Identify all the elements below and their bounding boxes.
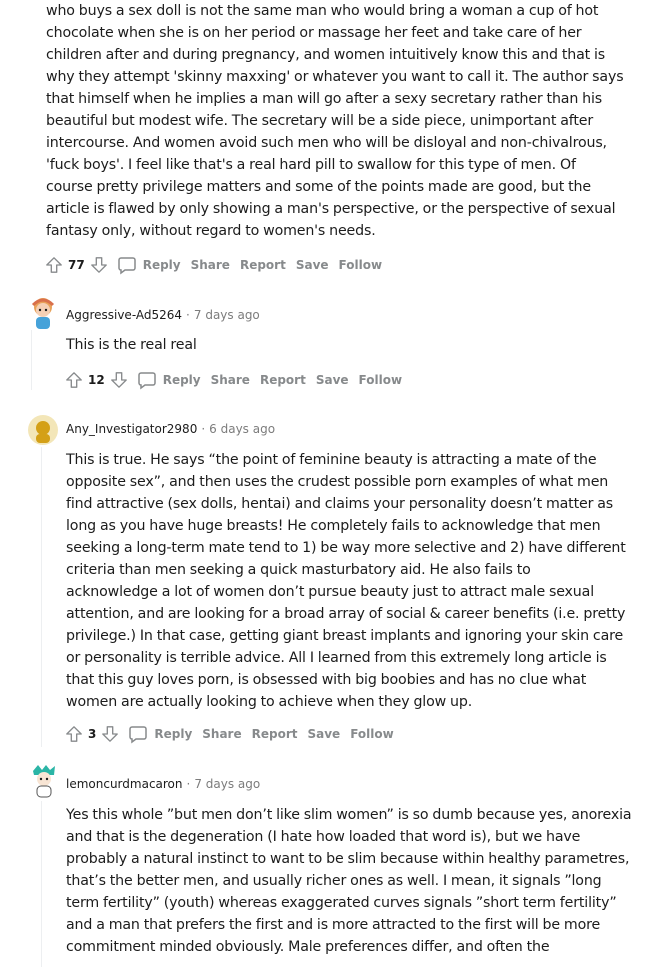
upvote-button[interactable]: [64, 370, 84, 390]
upvote-icon: [46, 257, 62, 273]
comment-meta: Aggressive-Ad5264 · 7 days ago: [66, 308, 260, 322]
upvote-icon: [66, 372, 82, 388]
thread-line[interactable]: [31, 330, 32, 390]
separator-dot: ·: [186, 308, 190, 322]
timestamp[interactable]: 7 days ago: [194, 308, 260, 322]
comment-bubble-icon: [129, 726, 148, 744]
downvote-button[interactable]: [100, 724, 120, 744]
save-button[interactable]: Save: [296, 258, 329, 272]
comment-bubble-icon: [117, 257, 136, 275]
follow-button[interactable]: Follow: [350, 727, 394, 741]
share-button[interactable]: Share: [191, 258, 230, 272]
vote-score: 77: [68, 258, 85, 272]
reply-label: Reply: [154, 727, 193, 741]
thread-line[interactable]: [41, 447, 42, 747]
downvote-button[interactable]: [89, 255, 109, 275]
comment-body: who buys a sex doll is not the same man …: [46, 3, 624, 239]
comment-body: This is the real real: [66, 337, 197, 353]
follow-button[interactable]: Follow: [359, 373, 403, 387]
reply-label: Reply: [142, 258, 181, 272]
comment-actions: 3 Reply Share Report Save Follow: [64, 722, 394, 746]
avatar[interactable]: [27, 295, 57, 329]
author-link[interactable]: Aggressive-Ad5264: [66, 308, 182, 322]
user-avatar-icon: [33, 765, 55, 798]
vote-score: 3: [88, 727, 97, 741]
upvote-button[interactable]: [64, 724, 84, 744]
comment-meta: Any_Investigator2980 · 6 days ago: [66, 422, 275, 436]
separator-dot: ·: [186, 777, 191, 791]
reply-button[interactable]: Reply: [137, 370, 201, 390]
downvote-icon: [90, 257, 107, 273]
share-button[interactable]: Share: [202, 727, 241, 741]
report-button[interactable]: Report: [252, 727, 298, 741]
share-button[interactable]: Share: [211, 373, 250, 387]
comment-actions: 12 Reply Share Report Save Follow: [64, 368, 402, 392]
save-button[interactable]: Save: [307, 727, 340, 741]
reply-button[interactable]: Reply: [128, 724, 192, 744]
downvote-button[interactable]: [109, 370, 129, 390]
separator-dot: ·: [201, 422, 206, 436]
report-button[interactable]: Report: [240, 258, 286, 272]
reply-label: Reply: [162, 373, 201, 387]
downvote-icon: [110, 372, 127, 388]
report-button[interactable]: Report: [260, 373, 306, 387]
comment-meta: lemoncurdmacaron · 7 days ago: [66, 777, 260, 791]
vote-score: 12: [88, 373, 105, 387]
timestamp[interactable]: 7 days ago: [194, 777, 260, 791]
comment-bubble-icon: [137, 372, 156, 390]
upvote-icon: [66, 726, 82, 742]
avatar[interactable]: [28, 763, 58, 798]
author-link[interactable]: lemoncurdmacaron: [66, 777, 183, 791]
comment-actions: 77 Reply Share Report Save Follow: [44, 253, 382, 277]
upvote-button[interactable]: [44, 255, 64, 275]
reply-button[interactable]: Reply: [117, 255, 181, 275]
follow-button[interactable]: Follow: [339, 258, 383, 272]
author-link[interactable]: Any_Investigator2980: [66, 422, 197, 436]
comment-body: This is true. He says “the point of femi…: [66, 452, 626, 710]
save-button[interactable]: Save: [316, 373, 349, 387]
comment-body: Yes this whole ”but men don’t like slim …: [66, 807, 632, 955]
thread-line[interactable]: [41, 801, 42, 967]
timestamp[interactable]: 6 days ago: [209, 422, 275, 436]
downvote-icon: [102, 726, 119, 742]
avatar[interactable]: [28, 415, 58, 445]
user-avatar-icon: [28, 415, 58, 445]
user-avatar-icon: [31, 298, 55, 329]
